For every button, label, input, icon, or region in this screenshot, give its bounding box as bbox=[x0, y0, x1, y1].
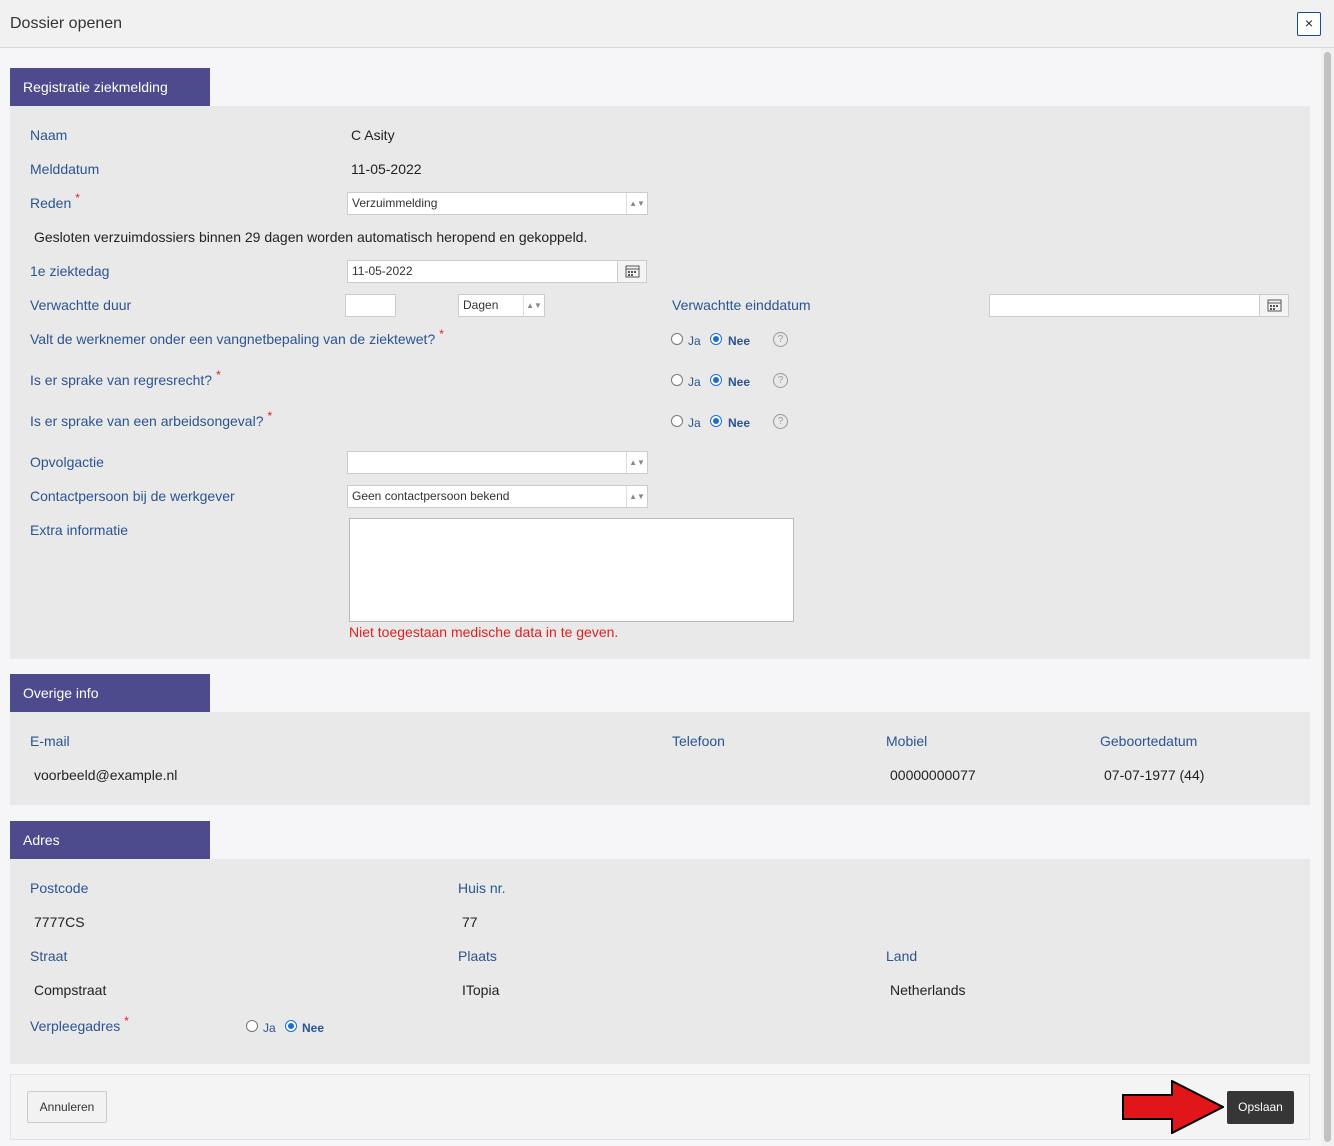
regres-nee-radio[interactable] bbox=[710, 374, 722, 386]
straat-value: Compstraat bbox=[34, 982, 107, 998]
einddatum-input[interactable] bbox=[989, 294, 1260, 317]
postcode-value: 7777CS bbox=[34, 914, 85, 930]
vangnet-nee-radio[interactable] bbox=[710, 333, 722, 345]
telefoon-label: Telefoon bbox=[672, 733, 725, 749]
select-arrow-icon: ▲▼ bbox=[626, 193, 647, 214]
straat-label: Straat bbox=[30, 948, 68, 964]
medical-data-warning: Niet toegestaan medische data in te geve… bbox=[349, 624, 619, 640]
verpleegadres-nee-label: Nee bbox=[302, 1021, 325, 1035]
close-button[interactable]: × bbox=[1297, 12, 1321, 36]
cancel-button[interactable]: Annuleren bbox=[27, 1091, 107, 1123]
ziektedag-calendar-button[interactable] bbox=[617, 260, 647, 283]
adres-header: Adres bbox=[10, 821, 210, 859]
vangnet-nee-label: Nee bbox=[728, 334, 751, 348]
reden-select-value: Verzuimmelding bbox=[352, 196, 438, 210]
contact-select[interactable]: Geen contactpersoon bekend ▲▼ bbox=[347, 485, 648, 508]
dialog-footer: Annuleren Opslaan bbox=[10, 1074, 1310, 1140]
extra-label: Extra informatie bbox=[30, 522, 129, 538]
verpleegadres-nee-radio[interactable] bbox=[285, 1020, 297, 1032]
email-value: voorbeeld@example.nl bbox=[34, 767, 178, 783]
select-arrow-icon: ▲▼ bbox=[626, 452, 647, 473]
reden-select[interactable]: Verzuimmelding ▲▼ bbox=[347, 192, 648, 215]
required-marker: * bbox=[124, 1014, 129, 1028]
regres-label: Is er sprake van regresrecht? * bbox=[30, 368, 221, 388]
geboortedatum-label: Geboortedatum bbox=[1100, 733, 1198, 749]
arbeidsongeval-label-text: Is er sprake van een arbeidsongeval? bbox=[30, 413, 264, 429]
verpleegadres-ja-radio[interactable] bbox=[246, 1020, 258, 1032]
overige-header: Overige info bbox=[10, 674, 210, 712]
scrollbar[interactable] bbox=[1321, 48, 1334, 1146]
close-icon: × bbox=[1304, 15, 1314, 31]
huisnr-label: Huis nr. bbox=[458, 880, 506, 896]
melddatum-value: 11-05-2022 bbox=[351, 161, 422, 177]
land-label: Land bbox=[886, 948, 918, 964]
melddatum-label: Melddatum bbox=[30, 161, 100, 177]
email-label: E-mail bbox=[30, 733, 70, 749]
duur-unit-select[interactable]: Dagen ▲▼ bbox=[458, 294, 545, 317]
regres-label-text: Is er sprake van regresrecht? bbox=[30, 372, 213, 388]
ziektedag-input[interactable]: 11-05-2022 bbox=[347, 260, 618, 283]
verpleegadres-label-text: Verpleegadres bbox=[30, 1018, 121, 1034]
required-marker: * bbox=[439, 327, 444, 341]
contact-label: Contactpersoon bij de werkgever bbox=[30, 488, 235, 504]
arbeidsongeval-label: Is er sprake van een arbeidsongeval? * bbox=[30, 409, 272, 429]
vangnet-label: Valt de werknemer onder een vangnetbepal… bbox=[30, 327, 444, 347]
duur-input[interactable] bbox=[345, 294, 396, 317]
required-marker: * bbox=[267, 409, 273, 423]
vangnet-ja-radio[interactable] bbox=[671, 333, 683, 345]
regres-ja-label: Ja bbox=[688, 375, 701, 389]
required-marker: * bbox=[75, 191, 80, 205]
duur-unit-value: Dagen bbox=[463, 298, 499, 312]
huisnr-value: 77 bbox=[462, 914, 478, 930]
adres-section bbox=[10, 859, 1310, 1064]
red-arrow-icon bbox=[1122, 1080, 1224, 1134]
vangnet-ja-label: Ja bbox=[688, 334, 701, 348]
reden-label-text: Reden bbox=[30, 195, 72, 211]
mobiel-label: Mobiel bbox=[886, 733, 928, 749]
reden-label: Reden * bbox=[30, 191, 80, 211]
opvolgactie-label: Opvolgactie bbox=[30, 454, 104, 470]
arbeidsongeval-ja-radio[interactable] bbox=[671, 415, 683, 427]
help-icon[interactable]: ? bbox=[773, 414, 788, 429]
scrollbar-thumb[interactable] bbox=[1324, 52, 1331, 1142]
plaats-label: Plaats bbox=[458, 948, 497, 964]
naam-label: Naam bbox=[30, 127, 68, 143]
select-arrow-icon: ▲▼ bbox=[626, 486, 647, 507]
opvolgactie-select[interactable]: ▲▼ bbox=[347, 451, 648, 474]
arbeidsongeval-ja-label: Ja bbox=[688, 416, 701, 430]
naam-value: C Asity bbox=[351, 127, 395, 143]
required-marker: * bbox=[216, 368, 221, 382]
dialog-title: Dossier openen bbox=[10, 15, 123, 32]
einddatum-label: Verwachtte einddatum bbox=[672, 297, 811, 313]
duur-label: Verwachtte duur bbox=[30, 297, 132, 313]
help-icon[interactable]: ? bbox=[773, 332, 788, 347]
extra-textarea[interactable] bbox=[349, 518, 794, 622]
arbeidsongeval-nee-label: Nee bbox=[728, 416, 751, 430]
registratie-header: Registratie ziekmelding bbox=[10, 68, 210, 106]
ziektedag-label: 1e ziektedag bbox=[30, 263, 110, 279]
select-arrow-icon: ▲▼ bbox=[523, 295, 544, 316]
land-value: Netherlands bbox=[890, 982, 966, 998]
dialog-titlebar: Dossier openen × bbox=[0, 0, 1334, 48]
regres-nee-label: Nee bbox=[728, 375, 751, 389]
overige-section bbox=[10, 712, 1310, 805]
save-button[interactable]: Opslaan bbox=[1227, 1091, 1294, 1124]
geboortedatum-value: 07-07-1977 (44) bbox=[1104, 767, 1205, 783]
einddatum-calendar-button[interactable] bbox=[1259, 294, 1289, 317]
calendar-icon bbox=[1267, 299, 1282, 312]
plaats-value: ITopia bbox=[462, 982, 500, 998]
calendar-icon bbox=[625, 265, 640, 278]
verpleegadres-ja-label: Ja bbox=[263, 1021, 276, 1035]
regres-ja-radio[interactable] bbox=[671, 374, 683, 386]
postcode-label: Postcode bbox=[30, 880, 89, 896]
ziektedag-value: 11-05-2022 bbox=[352, 264, 413, 278]
mobiel-value: 00000000077 bbox=[890, 767, 976, 783]
vangnet-label-text: Valt de werknemer onder een vangnetbepal… bbox=[30, 331, 436, 347]
reopen-notice: Gesloten verzuimdossiers binnen 29 dagen… bbox=[34, 229, 588, 245]
verpleegadres-label: Verpleegadres * bbox=[30, 1014, 129, 1034]
help-icon[interactable]: ? bbox=[773, 373, 788, 388]
contact-value: Geen contactpersoon bekend bbox=[352, 489, 510, 503]
arbeidsongeval-nee-radio[interactable] bbox=[710, 415, 722, 427]
